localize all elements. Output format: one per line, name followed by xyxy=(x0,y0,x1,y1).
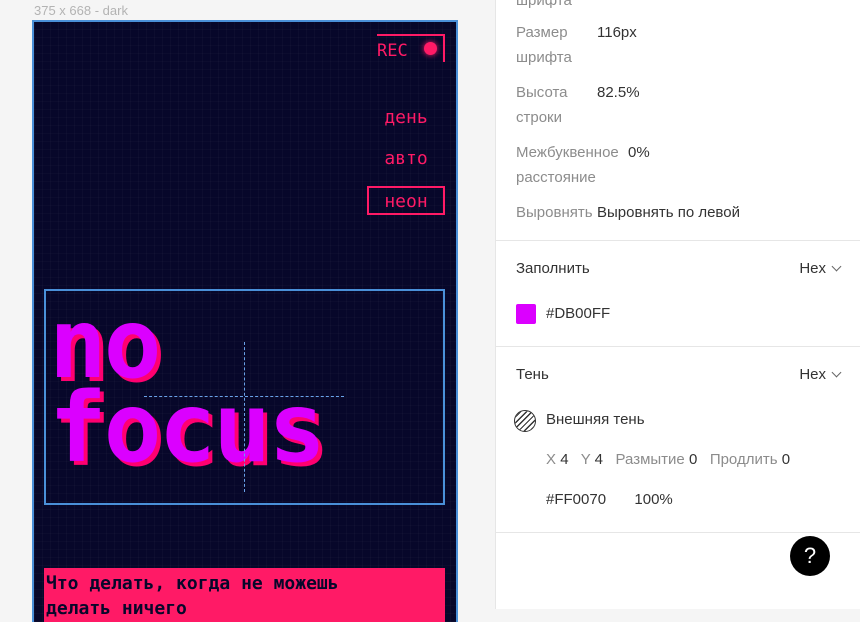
align-value[interactable]: Выровнять по левой xyxy=(597,200,740,225)
line-height-label: Высота строки xyxy=(516,80,568,130)
properties-panel: шрифта Размер шрифта 116px Высота строки… xyxy=(495,0,860,609)
shadow-section-title: Тень xyxy=(516,366,549,383)
letter-spacing-value[interactable]: 0% xyxy=(628,140,650,165)
shadow-color-row: #FF0070 100% xyxy=(546,491,673,508)
fill-color-swatch[interactable] xyxy=(516,304,536,324)
subtitle-banner[interactable]: Что делать, когда не можешь делать ничег… xyxy=(44,568,445,622)
mobile-frame-dark[interactable]: REC день авто неон no focus Что делать, … xyxy=(32,20,458,622)
fill-format-label: Hex xyxy=(799,260,826,277)
mode-day[interactable]: день xyxy=(367,104,445,133)
divider xyxy=(496,240,860,241)
center-guide-horizontal xyxy=(144,396,344,397)
design-canvas[interactable]: 375 x 668 - dark REC день авто неон no f… xyxy=(0,0,495,622)
shadow-color-hex[interactable]: #FF0070 xyxy=(546,491,606,508)
shadow-opacity[interactable]: 100% xyxy=(634,491,672,508)
line-height-value[interactable]: 82.5% xyxy=(597,80,640,105)
help-icon[interactable]: ? xyxy=(790,536,830,576)
font-size-label: Размер шрифта xyxy=(516,20,572,70)
banner-line-1: Что делать, когда не можешь xyxy=(46,573,339,594)
shadow-y-value[interactable]: 4 xyxy=(595,451,603,468)
line-height-label-line1: Высота xyxy=(516,84,568,101)
rec-indicator: REC xyxy=(377,34,445,62)
shadow-spread-label: Продлить xyxy=(709,451,778,468)
shadow-hatch-icon xyxy=(514,410,536,432)
shadow-x-value[interactable]: 4 xyxy=(560,451,568,468)
title-line-2: focus xyxy=(49,372,326,485)
shadow-spread-value[interactable]: 0 xyxy=(782,451,790,468)
fill-color-hex[interactable]: #DB00FF xyxy=(546,305,610,322)
fill-section-title: Заполнить xyxy=(516,260,590,277)
chevron-down-icon xyxy=(831,367,842,378)
rec-dot-icon xyxy=(424,42,437,55)
center-guide-vertical xyxy=(244,342,245,492)
frame-label[interactable]: 375 x 668 - dark xyxy=(34,3,128,18)
shadow-blur-label: Размытие xyxy=(615,451,685,468)
shadow-type[interactable]: Внешняя тень xyxy=(546,411,645,428)
font-size-value[interactable]: 116px xyxy=(597,20,637,45)
shadow-params: X 4 Y 4 Размытие 0 Продлить 0 xyxy=(546,451,790,468)
title-text-layer[interactable]: no focus xyxy=(49,296,326,476)
letter-spacing-label-line1: Межбуквенное xyxy=(516,144,619,161)
shadow-x-label: X xyxy=(546,451,557,468)
letter-spacing-label: Межбуквенное расстояние xyxy=(516,140,619,190)
align-label: Выровнять xyxy=(516,204,593,221)
divider xyxy=(496,532,860,533)
chevron-down-icon xyxy=(831,261,842,272)
rec-label: REC xyxy=(377,41,408,61)
font-size-label-line1: Размер xyxy=(516,24,568,41)
font-size-label-line2: шрифта xyxy=(516,49,572,66)
shadow-format-label: Hex xyxy=(799,366,826,383)
mode-neon[interactable]: неон xyxy=(367,186,445,215)
letter-spacing-label-line2: расстояние xyxy=(516,169,596,186)
divider xyxy=(496,346,860,347)
shadow-y-label: Y xyxy=(580,451,591,468)
shadow-format-dropdown[interactable]: Hex xyxy=(799,366,842,383)
partial-label: шрифта xyxy=(516,0,572,9)
fill-format-dropdown[interactable]: Hex xyxy=(799,260,842,277)
shadow-blur-value[interactable]: 0 xyxy=(689,451,697,468)
line-height-label-line2: строки xyxy=(516,109,562,126)
mode-auto[interactable]: авто xyxy=(367,145,445,174)
